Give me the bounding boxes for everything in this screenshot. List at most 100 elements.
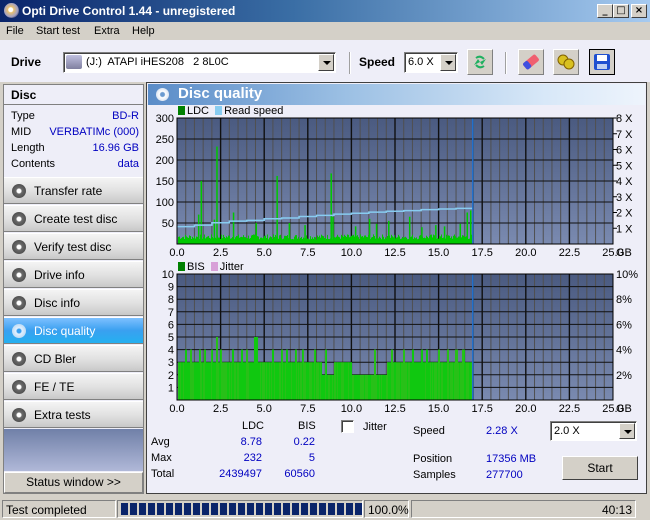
total-ldc-value: 2439497 [219, 468, 262, 480]
ldc-bar [319, 235, 320, 244]
ldc-bar [432, 237, 433, 244]
jitter-checkbox[interactable] [341, 420, 354, 433]
bis-bar [395, 362, 396, 400]
bis-bar [347, 362, 348, 400]
ldc-bar [340, 238, 341, 244]
y-tick-label: 100 [156, 197, 174, 209]
nav-disc-info[interactable]: Disc info [4, 289, 143, 316]
bis-bar [445, 362, 446, 400]
ldc-bar [437, 238, 438, 244]
ldc-bar [463, 235, 464, 244]
ldc-bar [251, 235, 252, 244]
ldc-bar [226, 236, 227, 244]
disc-icon [12, 324, 26, 338]
bis-bar [379, 374, 380, 400]
bis-bar [194, 362, 195, 400]
ldc-bar [321, 234, 322, 244]
ldc-bar [366, 236, 367, 244]
menu-start-test[interactable]: Start test [36, 25, 80, 37]
bis-bar [190, 349, 191, 400]
y-tick-label: 10 [162, 269, 174, 281]
nav-disc-quality[interactable]: Disc quality [4, 317, 143, 344]
chevron-down-icon[interactable] [440, 54, 456, 71]
nav-extra-tests[interactable]: Extra tests [4, 401, 143, 428]
ldc-bar [259, 239, 260, 244]
save-button[interactable] [589, 49, 615, 75]
bis-bar [448, 349, 449, 400]
bis-bar [191, 349, 192, 400]
ldc-bar [298, 236, 299, 244]
ldc-bar [399, 236, 400, 244]
maximize-button[interactable]: □ [613, 4, 629, 18]
bis-bar [178, 362, 179, 400]
nav-create-test-disc[interactable]: Create test disc [4, 205, 143, 232]
refresh-button[interactable] [467, 49, 493, 75]
x-tick-label: 15.0 [428, 403, 449, 413]
bis-bar [471, 362, 472, 400]
nav-transfer-rate[interactable]: Transfer rate [4, 177, 143, 204]
nav-fill [4, 429, 143, 471]
disc-mid-value: VERBATIMc (000) [49, 126, 139, 138]
close-button[interactable]: × [631, 4, 647, 18]
start-button[interactable]: Start [562, 456, 638, 480]
progress-segment [202, 503, 209, 515]
ldc-bar [464, 236, 465, 244]
ldc-bar [407, 239, 408, 244]
bis-bar [186, 349, 187, 400]
progress-segment [175, 503, 182, 515]
refresh-icon [474, 55, 486, 69]
ldc-bar [351, 235, 352, 244]
bis-bar [295, 349, 296, 400]
ldc-bar [430, 234, 431, 244]
disc-contents-label: Contents [11, 158, 56, 170]
bis-bar [235, 362, 236, 400]
bis-bar [292, 362, 293, 400]
ldc-bar [188, 237, 189, 244]
menu-help[interactable]: Help [132, 25, 155, 37]
ldc-spike [466, 212, 469, 244]
speed-select[interactable]: 6.0 X [404, 52, 458, 73]
ldc-bar [178, 236, 179, 244]
ldc-bar [257, 236, 258, 244]
erase-button[interactable] [518, 49, 544, 75]
bis-bar [373, 374, 374, 400]
ldc-bar [338, 236, 339, 244]
nav-verify-test-disc[interactable]: Verify test disc [4, 233, 143, 260]
bis-bar [241, 349, 242, 400]
ldc-bar [408, 239, 409, 244]
bis-bar [247, 349, 248, 400]
bis-bar [353, 374, 354, 400]
bis-bar [222, 362, 223, 400]
bis-bar [423, 362, 424, 400]
test-speed-select[interactable]: 2.0 X [550, 421, 637, 441]
disc-header: Disc [4, 85, 143, 105]
ldc-bar [320, 237, 321, 244]
chevron-down-icon[interactable] [619, 423, 635, 439]
bis-bar [362, 374, 363, 400]
bis-bar [351, 362, 352, 400]
nav-fe-te[interactable]: FE / TE [4, 373, 143, 400]
nav-cd-bler[interactable]: CD Bler [4, 345, 143, 372]
minimize-button[interactable]: _ [597, 4, 613, 18]
ldc-bar [236, 235, 237, 244]
bis-bar [464, 349, 465, 400]
bis-bar [437, 362, 438, 400]
nav-drive-info[interactable]: Drive info [4, 261, 143, 288]
ldc-bar [271, 237, 272, 244]
disc-icon [12, 240, 26, 254]
bis-bar [424, 362, 425, 400]
bis-bar [385, 374, 386, 400]
menu-extra[interactable]: Extra [94, 25, 120, 37]
ldc-bar [396, 237, 397, 244]
menu-file[interactable]: File [6, 25, 24, 37]
drive-select[interactable]: (J:) ATAPI iHES208 2 8L0C [63, 52, 336, 73]
bis-bar [450, 362, 451, 400]
copy-button[interactable] [553, 49, 579, 75]
x-tick-label: 20.0 [515, 247, 536, 259]
disc-contents-value: data [117, 158, 139, 170]
ldc-bar [207, 236, 208, 244]
status-window-button[interactable]: Status window >> [4, 472, 143, 493]
chevron-down-icon[interactable] [318, 54, 334, 71]
ldc-bar [347, 234, 348, 244]
bis-bar [200, 349, 201, 400]
